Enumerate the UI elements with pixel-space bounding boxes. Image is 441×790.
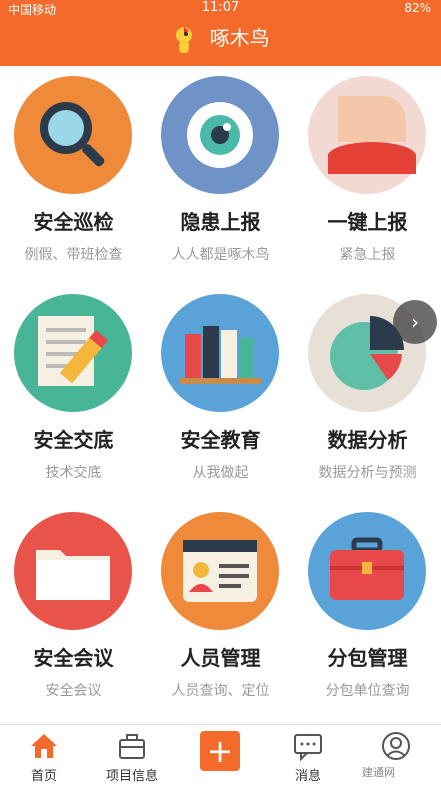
tile-subcontract-management[interactable]: 分包管理 分包单位查询 [294, 502, 441, 714]
chat-bubble-icon [294, 734, 322, 761]
app-header: 中国移动 11:07 82% 啄木鸟 [0, 0, 441, 66]
status-bar: 中国移动 11:07 82% [0, 0, 441, 18]
tab-home[interactable]: 首页 [0, 725, 88, 790]
briefcase-icon [308, 512, 426, 630]
tile-title: 数据分析 [327, 428, 408, 452]
tile-safety-meeting[interactable]: 安全会议 安全会议 [0, 502, 147, 714]
tab-messages[interactable]: 消息 [264, 725, 352, 790]
tile-safety-education[interactable]: 安全教育 从我做起 [147, 284, 294, 496]
tile-title: 安全会议 [33, 646, 114, 670]
notepad-pencil-icon [14, 294, 132, 412]
tile-subtitle: 例假、带班检查 [24, 247, 123, 263]
tile-title: 人员管理 [180, 646, 261, 670]
tile-subtitle: 从我做起 [192, 465, 249, 481]
tile-hazard-report[interactable]: 隐患上报 人人都是啄木鸟 [147, 66, 294, 278]
tab-add[interactable]: + [176, 725, 264, 790]
next-page-arrow-icon[interactable]: › [393, 300, 437, 344]
id-card-icon [161, 512, 279, 630]
tab-label: 消息 [294, 769, 321, 784]
app-brand: 啄木鸟 [0, 22, 441, 55]
woodpecker-logo-icon [176, 26, 193, 53]
tile-safety-inspection[interactable]: 安全巡检 例假、带班检查 [0, 66, 147, 278]
tile-title: 隐患上报 [180, 210, 261, 234]
tile-subtitle: 人员查询、定位 [171, 683, 270, 699]
tab-profile[interactable] [352, 725, 440, 790]
tile-title: 安全交底 [33, 428, 114, 452]
plus-icon: + [200, 731, 240, 771]
tab-label: 项目信息 [105, 769, 158, 784]
page-title: 啄木鸟 [209, 26, 270, 50]
tile-personnel-management[interactable]: 人员管理 人员查询、定位 [147, 502, 294, 714]
battery-label: 82% [404, 1, 431, 15]
tile-subtitle: 分包单位查询 [325, 683, 410, 699]
tile-subtitle: 人人都是啄木鸟 [171, 247, 270, 263]
user-icon [382, 732, 410, 760]
tab-project-info[interactable]: 项目信息 [88, 725, 176, 790]
watermark-label: 建通网 [362, 766, 395, 779]
tile-title: 安全巡检 [33, 210, 114, 234]
eye-icon [161, 76, 279, 194]
tile-subtitle: 紧急上报 [339, 247, 396, 263]
push-button-icon [308, 76, 426, 194]
tile-safety-briefing[interactable]: 安全交底 技术交底 [0, 284, 147, 496]
tab-label: 首页 [30, 769, 57, 784]
bottom-tab-bar: 首页 项目信息 + 消息 [0, 724, 441, 790]
books-icon [161, 294, 279, 412]
folder-icon [14, 512, 132, 630]
magnifier-icon [14, 76, 132, 194]
tile-title: 安全教育 [180, 428, 261, 452]
time-label: 11:07 [201, 0, 240, 15]
tile-subtitle: 安全会议 [45, 683, 102, 699]
tile-title: 一键上报 [327, 210, 408, 234]
tile-subtitle: 数据分析与预测 [318, 465, 417, 481]
tile-subtitle: 技术交底 [45, 465, 102, 481]
tile-title: 分包管理 [327, 646, 408, 670]
briefcase-outline-icon [119, 734, 145, 759]
tile-one-click-report[interactable]: 一键上报 紧急上报 [294, 66, 441, 278]
home-icon [31, 734, 57, 758]
